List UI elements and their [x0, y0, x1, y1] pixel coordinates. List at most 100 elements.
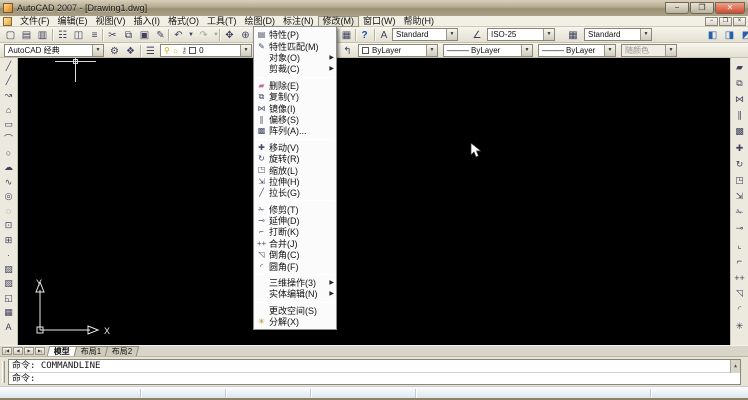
- gradient-icon[interactable]: ▧: [1, 277, 17, 292]
- text-style-icon[interactable]: A: [377, 28, 391, 42]
- menu-draw[interactable]: 绘图(D): [241, 16, 280, 27]
- menu-tools[interactable]: 工具(T): [203, 16, 241, 27]
- menu-item-clip[interactable]: 剪裁(C) ▶: [254, 63, 336, 74]
- extend-icon[interactable]: ⊸: [732, 221, 748, 237]
- stretch-icon[interactable]: ⇲: [732, 189, 748, 205]
- mirror-icon[interactable]: ⋈: [732, 91, 748, 107]
- layer-thaw-sun-icon[interactable]: ☼: [172, 46, 179, 55]
- region-icon[interactable]: ◱: [1, 291, 17, 306]
- maximize-button[interactable]: ❐: [690, 2, 714, 14]
- menu-item-fillet[interactable]: ◜ 圆角(F): [254, 260, 336, 272]
- polygon-icon[interactable]: ⌂: [1, 103, 17, 118]
- tab-next-icon[interactable]: ▶: [24, 347, 34, 355]
- menu-file[interactable]: 文件(F): [16, 16, 54, 27]
- undo-icon[interactable]: ↶: [171, 28, 186, 42]
- color-combo[interactable]: ByLayer ▼: [358, 44, 438, 57]
- chevron-down-icon[interactable]: ▼: [446, 29, 457, 40]
- layer-previous-icon[interactable]: ↰: [340, 44, 355, 58]
- make-block-icon[interactable]: ⊞: [1, 233, 17, 248]
- tab-model[interactable]: 模型: [46, 346, 78, 356]
- menu-insert[interactable]: 插入(I): [130, 16, 165, 27]
- offset-icon[interactable]: ∥: [732, 108, 748, 124]
- drawing-canvas[interactable]: Y X: [18, 58, 730, 345]
- construction-line-icon[interactable]: ╱: [1, 74, 17, 89]
- line-icon[interactable]: ╱: [1, 59, 17, 74]
- paste-icon[interactable]: ▣: [137, 28, 152, 42]
- fillet-icon[interactable]: ◜: [732, 302, 748, 318]
- layer-manager-icon[interactable]: ☰: [143, 44, 158, 58]
- mdi-close-button[interactable]: ×: [733, 16, 746, 26]
- lineweight-combo[interactable]: ——— ByLayer ▼: [538, 44, 616, 57]
- chevron-down-icon[interactable]: ▼: [604, 45, 615, 56]
- tab-prev-icon[interactable]: ◀: [13, 347, 23, 355]
- multiline-text-icon[interactable]: A: [1, 320, 17, 335]
- chevron-down-icon[interactable]: ▼: [543, 29, 554, 40]
- text-style-combo[interactable]: Standard ▼: [392, 28, 458, 41]
- match-properties-icon[interactable]: ✎: [153, 28, 168, 42]
- menu-edit[interactable]: 编辑(E): [54, 16, 92, 27]
- chamfer-icon[interactable]: ◹: [732, 286, 748, 302]
- scale-icon[interactable]: ◳: [732, 172, 748, 188]
- menu-dimension[interactable]: 标注(N): [279, 16, 318, 27]
- redo-icon[interactable]: ↷: [196, 28, 211, 42]
- menu-modify[interactable]: 修改(M): [317, 15, 359, 27]
- command-text-area[interactable]: 命令: COMMANDLINE 命令: ▲: [8, 359, 741, 385]
- spline-icon[interactable]: ∿: [1, 175, 17, 190]
- menu-item-lengthen[interactable]: ╱ 拉长(G): [254, 187, 336, 198]
- new-file-icon[interactable]: ▢: [3, 28, 18, 42]
- ellipse-icon[interactable]: ◎: [1, 190, 17, 205]
- tab-last-icon[interactable]: ▶|: [35, 347, 45, 355]
- break-icon[interactable]: ⌐: [732, 253, 748, 269]
- rotate-icon[interactable]: ↻: [732, 156, 748, 172]
- chevron-down-icon[interactable]: ▼: [240, 45, 251, 56]
- break-at-point-icon[interactable]: ⌞: [732, 237, 748, 253]
- pan-realtime-icon[interactable]: ✥: [222, 28, 237, 42]
- mdi-restore-button[interactable]: ❒: [719, 16, 732, 26]
- workspace-combo[interactable]: AutoCAD 经典 ▼: [4, 44, 104, 57]
- explode-icon[interactable]: ✳: [732, 318, 748, 334]
- tab-first-icon[interactable]: |◀: [2, 347, 12, 355]
- menu-window[interactable]: 窗口(W): [359, 16, 400, 27]
- revision-cloud-icon[interactable]: ☁: [1, 161, 17, 176]
- menu-item-solid-editing[interactable]: 实体编辑(N) ▶: [254, 288, 336, 299]
- layer-combo[interactable]: ⚲ ☼ ⚷ 0 ▼: [160, 44, 252, 57]
- chevron-down-icon[interactable]: ▼: [640, 29, 651, 40]
- hatch-icon[interactable]: ▨: [1, 262, 17, 277]
- bring-to-front-icon[interactable]: ◧: [705, 28, 720, 42]
- command-window-grip[interactable]: [2, 361, 5, 383]
- quickcalc-icon[interactable]: ▦: [339, 28, 354, 42]
- menu-help[interactable]: 帮助(H): [400, 16, 439, 27]
- minimize-button[interactable]: −: [665, 2, 689, 14]
- mdi-minimize-button[interactable]: −: [705, 16, 718, 26]
- layer-lock-icon[interactable]: ⚷: [181, 46, 187, 55]
- erase-icon[interactable]: ▰: [732, 59, 748, 75]
- tab-layout2[interactable]: 布局2: [105, 346, 141, 356]
- save-icon[interactable]: ▥: [35, 28, 50, 42]
- table-style-combo[interactable]: Standard ▼: [584, 28, 652, 41]
- dim-style-combo[interactable]: ISO-25 ▼: [487, 28, 555, 41]
- command-scrollbar[interactable]: ▲: [730, 360, 740, 373]
- circle-icon[interactable]: ○: [1, 146, 17, 161]
- chevron-down-icon[interactable]: ▼: [92, 45, 103, 56]
- arc-icon[interactable]: ⌒: [1, 132, 17, 147]
- bring-above-icon[interactable]: ◩: [739, 28, 748, 42]
- table-style-icon[interactable]: ▦: [566, 28, 580, 42]
- rectangle-icon[interactable]: ▭: [1, 117, 17, 132]
- polyline-icon[interactable]: ↝: [1, 88, 17, 103]
- linetype-combo[interactable]: ——— ByLayer ▼: [443, 44, 533, 57]
- zoom-realtime-icon[interactable]: ⊕: [238, 28, 253, 42]
- ellipse-arc-icon[interactable]: ◌: [1, 204, 17, 219]
- layer-on-bulb-icon[interactable]: ⚲: [164, 46, 170, 55]
- array-icon[interactable]: ▩: [732, 124, 748, 140]
- open-file-icon[interactable]: ▤: [19, 28, 34, 42]
- menu-item-explode[interactable]: ✳ 分解(X): [254, 316, 336, 327]
- command-prompt-line[interactable]: 命令:: [9, 373, 740, 385]
- help-icon[interactable]: ?: [357, 28, 372, 42]
- dim-style-icon[interactable]: ∠: [470, 28, 484, 42]
- close-button[interactable]: ✕: [715, 2, 745, 14]
- insert-block-icon[interactable]: ⊡: [1, 219, 17, 234]
- menu-item-array[interactable]: ▩ 阵列(A)...: [254, 125, 336, 136]
- cut-icon[interactable]: ✂: [105, 28, 120, 42]
- undo-dropdown-icon[interactable]: ▼: [187, 28, 195, 42]
- copy-icon[interactable]: ⧉: [121, 28, 136, 42]
